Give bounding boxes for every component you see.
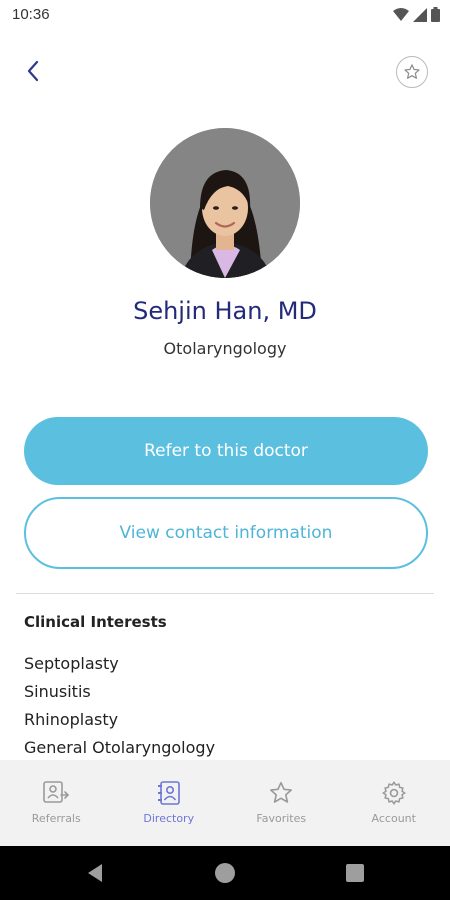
system-back-icon[interactable] [84,862,106,884]
battery-icon [431,7,440,22]
wifi-icon [393,7,409,21]
directory-icon [157,781,180,805]
system-recents-icon[interactable] [346,864,364,882]
status-icons [393,7,440,22]
doctor-name: Sehjin Han, MD [133,297,317,325]
signal-icon [413,7,427,22]
back-button[interactable] [18,56,48,86]
list-item: Sinusitis [24,682,91,701]
chevron-left-icon [27,60,39,82]
doctor-avatar [150,128,300,278]
system-home-icon[interactable] [215,863,235,883]
bottom-nav: Referrals Directory Favorites Account [0,760,450,846]
list-item: Rhinoplasty [24,710,119,729]
favorite-toggle-button[interactable] [396,56,428,88]
clinical-interests-list: Septoplasty Sinusitis Rhinoplasty Genera… [24,650,215,762]
nav-label-referrals: Referrals [31,812,81,825]
referrals-icon [43,781,70,803]
nav-item-favorites[interactable]: Favorites [225,760,338,846]
divider [16,593,434,594]
nav-item-directory[interactable]: Directory [113,760,226,846]
system-nav-bar [0,846,450,900]
nav-label-directory: Directory [143,812,195,825]
gear-icon [382,781,406,805]
status-bar: 10:36 [0,0,450,32]
view-contact-button[interactable]: View contact information [24,497,428,569]
doctor-portrait [150,128,300,278]
nav-label-favorites: Favorites [256,812,307,825]
clinical-interests-title: Clinical Interests [24,613,167,631]
refer-button[interactable]: Refer to this doctor [24,417,428,485]
nav-item-referrals[interactable]: Referrals [0,760,113,846]
doctor-specialty: Otolaryngology [163,339,287,358]
status-time: 10:36 [12,6,50,23]
list-item: General Otolaryngology [24,738,216,757]
nav-label-account: Account [371,812,416,825]
list-item: Septoplasty [24,654,119,673]
nav-item-account[interactable]: Account [338,760,450,846]
star-icon [270,781,293,803]
star-outline-icon [404,64,420,79]
